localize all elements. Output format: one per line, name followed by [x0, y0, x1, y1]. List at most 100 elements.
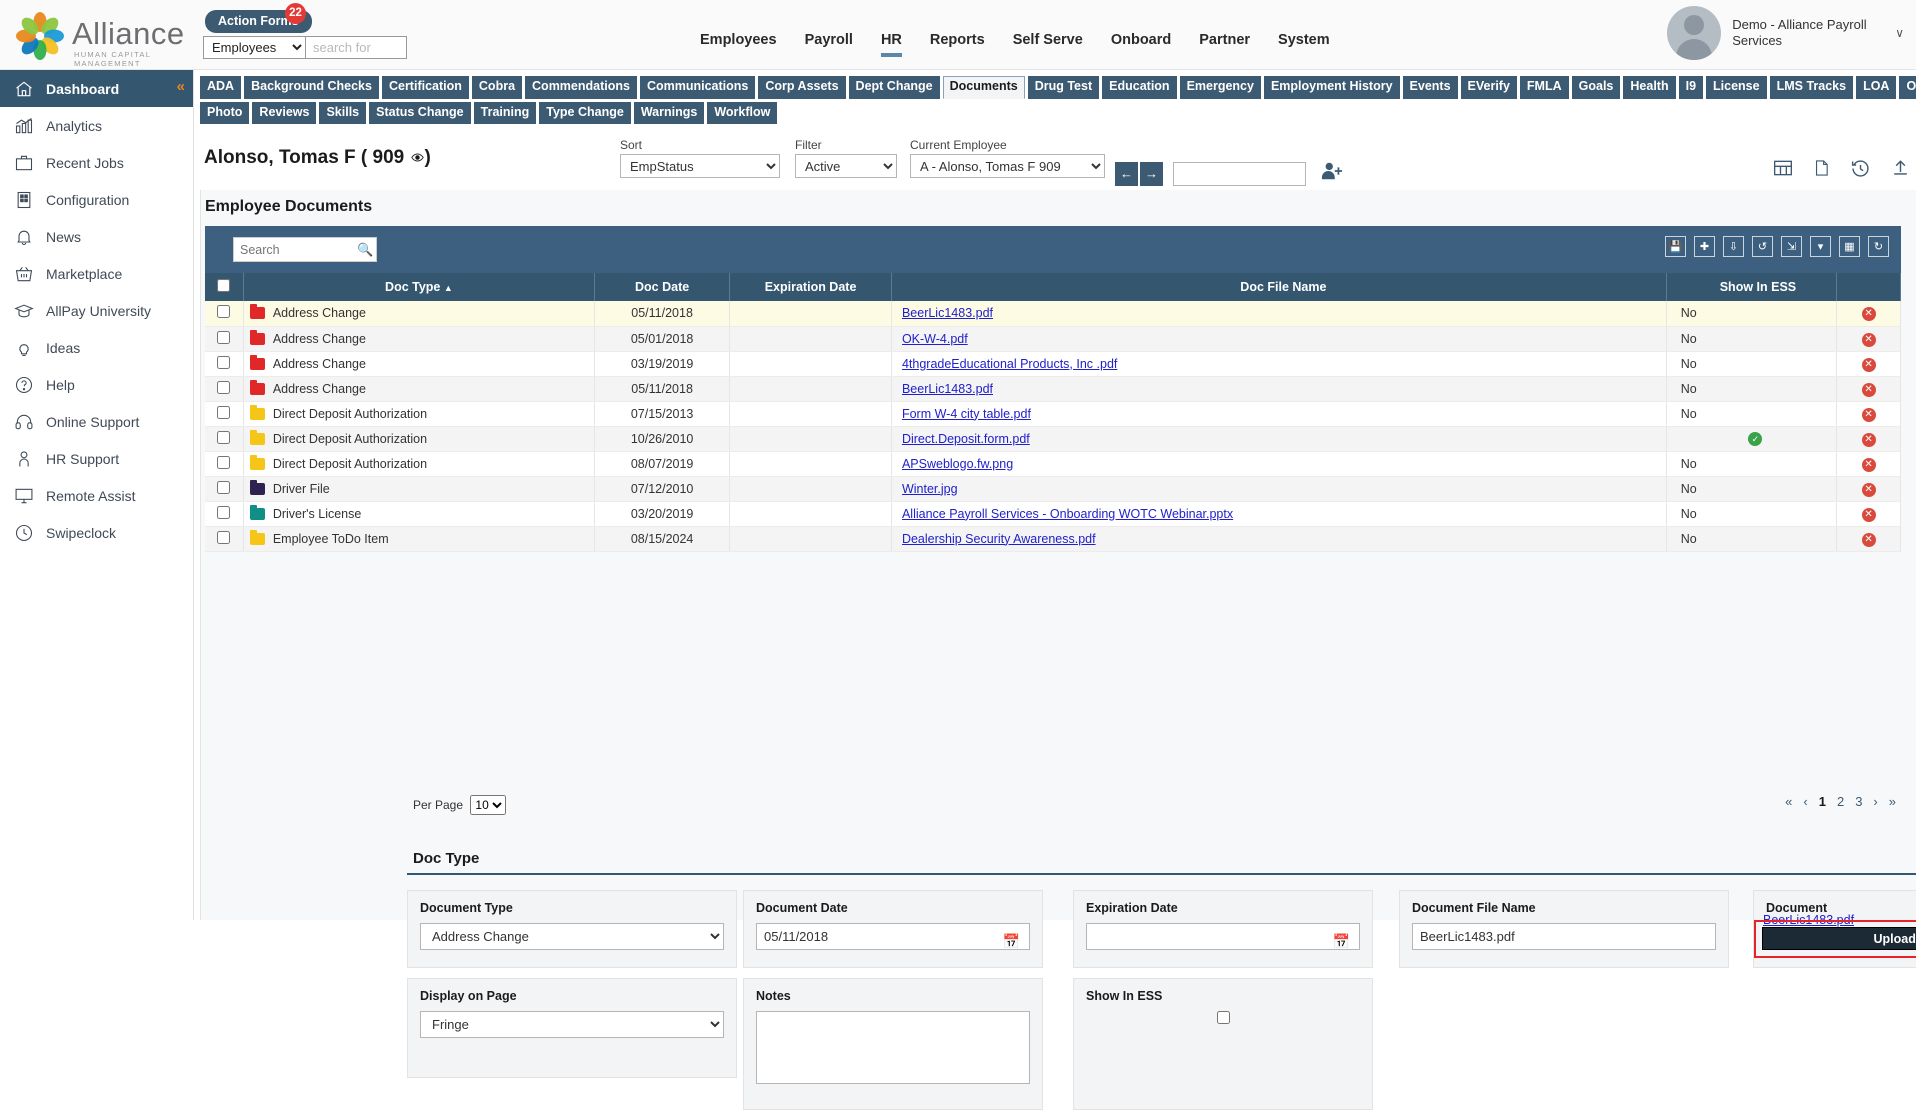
- display-on-page-select[interactable]: Fringe: [420, 1011, 724, 1038]
- next-employee-button[interactable]: →: [1140, 162, 1163, 186]
- table-row[interactable]: Direct Deposit Authorization 10/26/2010 Di…: [205, 426, 1901, 452]
- upload-document-button[interactable]: Upload Document: [1762, 927, 1916, 950]
- search-input[interactable]: [233, 237, 377, 262]
- doc-file-link[interactable]: BeerLic1483.pdf: [902, 306, 993, 320]
- delete-row-icon[interactable]: ✕: [1861, 482, 1876, 497]
- tab-drug-test[interactable]: Drug Test: [1027, 76, 1100, 99]
- row-select-cell[interactable]: [205, 376, 244, 402]
- sidebar-item-hr-support[interactable]: HR Support: [0, 440, 193, 477]
- upload-icon[interactable]: [1891, 158, 1910, 182]
- tab-reviews[interactable]: Reviews: [252, 102, 317, 124]
- row-checkbox[interactable]: [217, 430, 231, 444]
- previous-employee-button[interactable]: ←: [1115, 162, 1138, 186]
- doc-file-link[interactable]: Alliance Payroll Services - Onboarding W…: [902, 507, 1233, 521]
- delete-row-icon[interactable]: ✕: [1861, 307, 1876, 322]
- document-preview-link[interactable]: BeerLic1483.pdf: [1763, 913, 1854, 927]
- tab-training[interactable]: Training: [473, 102, 537, 124]
- search-icon[interactable]: 🔍: [357, 242, 373, 258]
- delete-row-icon[interactable]: ✕: [1861, 332, 1876, 347]
- document-icon[interactable]: [1813, 158, 1830, 182]
- sidebar-item-news[interactable]: News: [0, 218, 193, 255]
- table-row[interactable]: Address Change 05/01/2018 OK-W-4.pdf No ✕: [205, 326, 1901, 352]
- row-select-cell[interactable]: [205, 401, 244, 427]
- tab-dept-change[interactable]: Dept Change: [848, 76, 940, 99]
- row-checkbox[interactable]: [217, 305, 231, 319]
- tab-communications[interactable]: Communications: [639, 76, 756, 99]
- tab-status-change[interactable]: Status Change: [369, 102, 471, 124]
- tab-certification[interactable]: Certification: [381, 76, 469, 99]
- sidebar-item-allpay-university[interactable]: AllPay University: [0, 292, 193, 329]
- per-page-select[interactable]: 10: [470, 795, 507, 815]
- cell-doc-file-name[interactable]: 4thgradeEducational Products, Inc .pdf: [891, 351, 1667, 377]
- nav-reports[interactable]: Reports: [930, 32, 985, 57]
- nav-system[interactable]: System: [1278, 32, 1330, 57]
- refresh-import-icon[interactable]: ↺: [1752, 236, 1773, 257]
- grid-view-icon[interactable]: [1773, 158, 1793, 182]
- tab-health[interactable]: Health: [1623, 76, 1676, 99]
- tab-skills[interactable]: Skills: [319, 102, 367, 124]
- pagination-first[interactable]: «: [1785, 794, 1792, 809]
- row-checkbox[interactable]: [217, 530, 231, 544]
- tab-ada[interactable]: ADA: [200, 76, 242, 99]
- delete-row-icon[interactable]: ✕: [1861, 457, 1876, 472]
- cell-doc-file-name[interactable]: OK-W-4.pdf: [891, 326, 1667, 352]
- tab-lms-tracks[interactable]: LMS Tracks: [1769, 76, 1854, 99]
- delete-row-icon[interactable]: ✕: [1861, 382, 1876, 397]
- calendar-icon[interactable]: 📅: [1333, 933, 1350, 950]
- row-select-cell[interactable]: [205, 326, 244, 352]
- table-row[interactable]: Driver's License 03/20/2019 Alliance Payro…: [205, 501, 1901, 527]
- save-icon[interactable]: 💾: [1665, 236, 1686, 257]
- table-row[interactable]: Direct Deposit Authorization 07/15/2013 Fo…: [205, 401, 1901, 427]
- tab-osha[interactable]: OSHA: [1899, 76, 1916, 99]
- table-row[interactable]: Direct Deposit Authorization 08/07/2019 AP…: [205, 451, 1901, 477]
- sidebar-item-analytics[interactable]: Analytics: [0, 107, 193, 144]
- show-in-ess-checkbox[interactable]: [1216, 1011, 1230, 1024]
- cell-delete[interactable]: ✕: [1836, 301, 1901, 327]
- delete-row-icon[interactable]: ✕: [1861, 432, 1876, 447]
- tab-cobra[interactable]: Cobra: [471, 76, 523, 99]
- cell-delete[interactable]: ✕: [1836, 376, 1901, 402]
- col-expiration-date[interactable]: Expiration Date: [729, 273, 892, 301]
- notes-textarea[interactable]: [756, 1011, 1030, 1084]
- col-doc-file-name[interactable]: Doc File Name: [891, 273, 1667, 301]
- current-employee-select[interactable]: A - Alonso, Tomas F 909: [910, 154, 1105, 178]
- cell-doc-file-name[interactable]: BeerLic1483.pdf: [891, 376, 1667, 402]
- doc-file-link[interactable]: Direct.Deposit.form.pdf: [902, 432, 1030, 446]
- cell-doc-file-name[interactable]: Form W-4 city table.pdf: [891, 401, 1667, 427]
- cell-delete[interactable]: ✕: [1836, 526, 1901, 552]
- document-file-name-input[interactable]: [1412, 923, 1716, 950]
- document-type-select[interactable]: Address Change: [420, 923, 724, 950]
- table-row[interactable]: Address Change 03/19/2019 4thgradeEducatio…: [205, 351, 1901, 377]
- row-checkbox[interactable]: [217, 505, 231, 519]
- global-search-input[interactable]: [305, 36, 407, 59]
- pagination-page-1[interactable]: 1: [1819, 794, 1826, 809]
- add-user-icon[interactable]: [1320, 160, 1344, 185]
- tab-corp-assets[interactable]: Corp Assets: [758, 76, 846, 99]
- doc-file-link[interactable]: Form W-4 city table.pdf: [902, 407, 1031, 421]
- row-checkbox[interactable]: [217, 480, 231, 494]
- eye-icon[interactable]: [410, 151, 425, 164]
- doc-file-link[interactable]: OK-W-4.pdf: [902, 332, 968, 346]
- row-select-cell[interactable]: [205, 526, 244, 552]
- tab-warnings[interactable]: Warnings: [633, 102, 705, 124]
- delete-row-icon[interactable]: ✕: [1861, 507, 1876, 522]
- reload-icon[interactable]: ↻: [1868, 236, 1889, 257]
- cell-delete[interactable]: ✕: [1836, 501, 1901, 527]
- doc-file-link[interactable]: 4thgradeEducational Products, Inc .pdf: [902, 357, 1117, 371]
- row-select-cell[interactable]: [205, 476, 244, 502]
- nav-hr[interactable]: HR: [880, 32, 902, 57]
- calendar-icon[interactable]: 📅: [1003, 933, 1020, 950]
- cell-doc-file-name[interactable]: Dealership Security Awareness.pdf: [891, 526, 1667, 552]
- select-all-checkbox[interactable]: [217, 279, 231, 292]
- search-scope-select[interactable]: Employees: [203, 36, 305, 59]
- row-select-cell[interactable]: [205, 501, 244, 527]
- tab-documents[interactable]: Documents: [942, 76, 1025, 99]
- cell-doc-file-name[interactable]: APSweblogo.fw.png: [891, 451, 1667, 477]
- document-date-input[interactable]: [756, 923, 1030, 950]
- nav-employees[interactable]: Employees: [700, 32, 777, 57]
- pagination-page-2[interactable]: 2: [1837, 794, 1844, 809]
- sidebar-item-marketplace[interactable]: Marketplace: [0, 255, 193, 292]
- cell-delete[interactable]: ✕: [1836, 426, 1901, 452]
- doc-file-link[interactable]: APSweblogo.fw.png: [902, 457, 1013, 471]
- tab-license[interactable]: License: [1706, 76, 1767, 99]
